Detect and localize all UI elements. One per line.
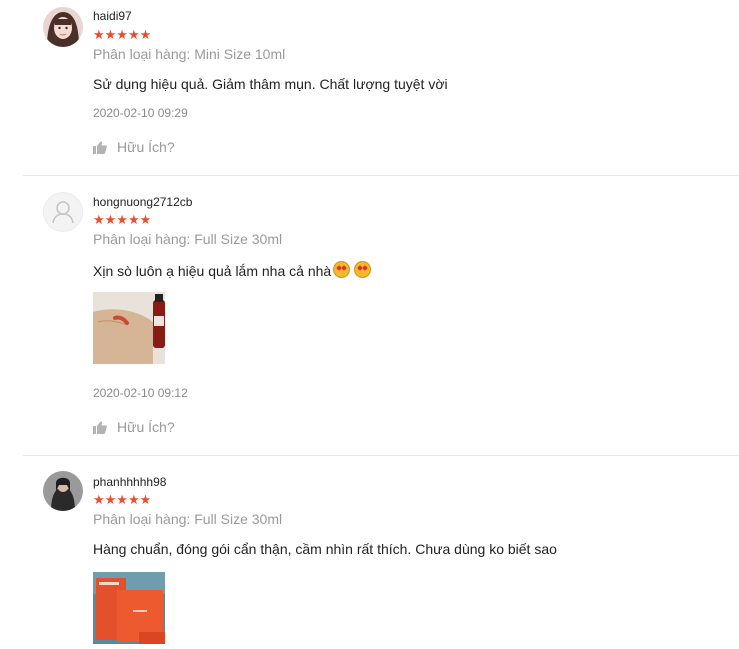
thumbs-up-icon xyxy=(93,140,107,154)
variation-label: Phân loại hàng: Full Size 30ml xyxy=(93,231,283,247)
review-photo-thumbnail[interactable] xyxy=(93,292,165,364)
star-rating: ★★★★★ xyxy=(93,492,152,507)
thumbs-up-icon xyxy=(93,420,107,434)
star-rating: ★★★★★ xyxy=(93,212,152,227)
helpful-button[interactable]: Hữu Ích? xyxy=(93,139,175,155)
helpful-label: Hữu Ích? xyxy=(117,419,175,435)
username[interactable]: phanhhhhh98 xyxy=(93,475,166,489)
review-divider xyxy=(23,455,739,456)
variation-label: Phân loại hàng: Mini Size 10ml xyxy=(93,46,286,62)
review-text: Hàng chuẩn, đóng gói cẩn thận, cầm nhìn … xyxy=(93,541,557,557)
star-struck-emoji xyxy=(333,261,351,278)
variation-label: Phân loại hàng: Full Size 30ml xyxy=(93,511,283,527)
review-photo-thumbnail[interactable] xyxy=(93,572,165,644)
username[interactable]: hongnuong2712cb xyxy=(93,195,192,209)
helpful-button[interactable]: Hữu Ích? xyxy=(93,419,175,435)
user-avatar[interactable] xyxy=(43,471,83,511)
user-avatar[interactable] xyxy=(43,7,83,47)
review-divider xyxy=(23,175,739,176)
review-timestamp: 2020-02-10 09:12 xyxy=(93,386,188,400)
default-avatar-icon[interactable] xyxy=(43,192,83,232)
star-struck-emoji xyxy=(354,261,372,278)
username[interactable]: haidi97 xyxy=(93,9,132,23)
review-text: Xịn sò luôn ạ hiệu quả lắm nha cả nhà xyxy=(93,261,372,279)
review-text-body: Xịn sò luôn ạ hiệu quả lắm nha cả nhà xyxy=(93,263,332,279)
review-timestamp: 2020-02-10 09:29 xyxy=(93,106,188,120)
star-rating: ★★★★★ xyxy=(93,27,152,42)
review-text: Sử dụng hiệu quả. Giảm thâm mụn. Chất lư… xyxy=(93,76,448,92)
helpful-label: Hữu Ích? xyxy=(117,139,175,155)
